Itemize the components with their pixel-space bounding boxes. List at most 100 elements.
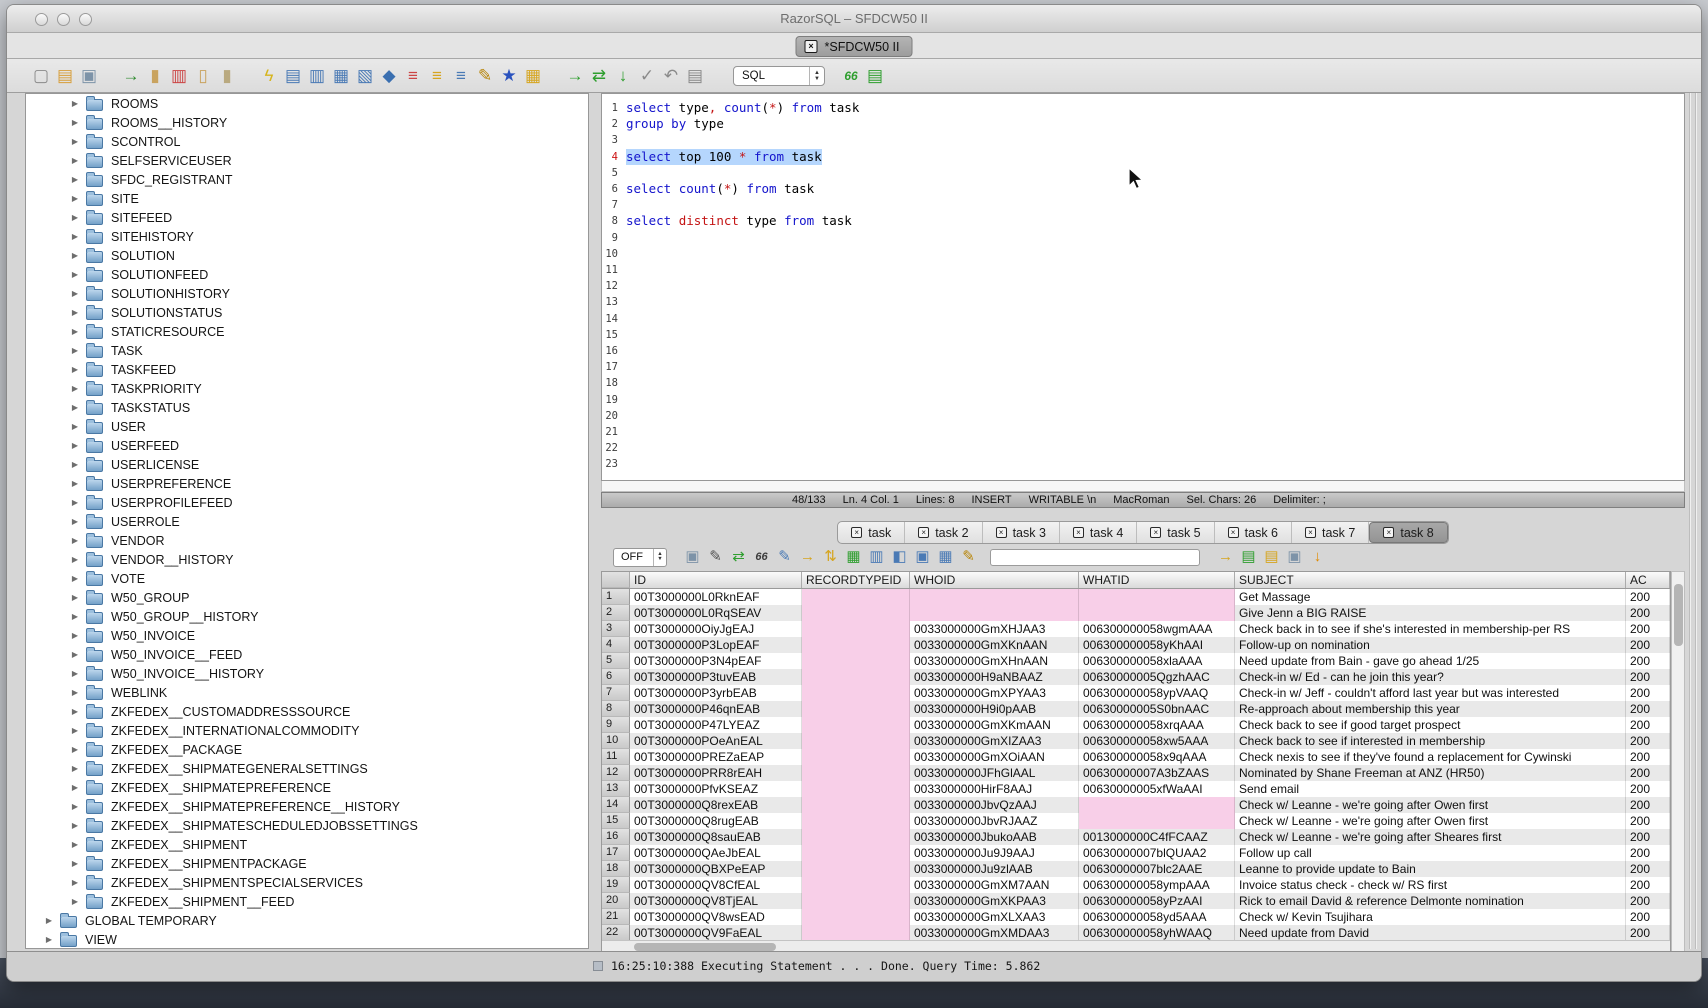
table-row[interactable]: 1900T3000000QV8CfEAL0033000000GmXM7AAN00… [602, 877, 1670, 893]
check-syntax-icon[interactable]: ✓ [635, 65, 659, 87]
cell-whoid[interactable]: 0033000000GmXHJAA3 [910, 621, 1079, 637]
cell-id[interactable]: 00T3000000Q8rexEAB [630, 797, 802, 813]
cell-id[interactable]: 00T3000000QBXPeEAP [630, 861, 802, 877]
table-row[interactable]: 1300T3000000PfvKSEAZ0033000000HirF8AAJ00… [602, 781, 1670, 797]
tree-item-userfeed[interactable]: ▶USERFEED [26, 436, 588, 455]
cell-id[interactable]: 00T3000000P3tuvEAB [630, 669, 802, 685]
cell-ac[interactable]: 200 [1626, 621, 1670, 637]
expand-arrow-icon[interactable]: ▶ [70, 346, 80, 355]
cell-whatid[interactable]: 006300000058yhWAAQ [1079, 925, 1235, 941]
cell-id[interactable]: 00T3000000Q8rugEAB [630, 813, 802, 829]
tree-item-solutionfeed[interactable]: ▶SOLUTIONFEED [26, 265, 588, 284]
expand-arrow-icon[interactable]: ▶ [70, 156, 80, 165]
cell-subject[interactable]: Check w/ Leanne - we're going after Shea… [1235, 829, 1626, 845]
grid-hscroll-thumb[interactable] [634, 943, 776, 951]
cell-recordtypeid[interactable] [802, 829, 910, 845]
table-row[interactable]: 1100T3000000PREZaEAP0033000000GmXOiAAN00… [602, 749, 1670, 765]
table-row[interactable]: 2000T3000000QV8TjEAL0033000000GmXKPAA300… [602, 893, 1670, 909]
results-panel-icon[interactable]: ▤ [281, 65, 305, 87]
editor-line-18[interactable]: 18 [602, 375, 1684, 391]
expand-arrow-icon[interactable]: ▶ [70, 669, 80, 678]
cell-subject[interactable]: Get Massage [1235, 589, 1626, 605]
cell-recordtypeid[interactable] [802, 669, 910, 685]
cell-ac[interactable]: 200 [1626, 765, 1670, 781]
grid-vscroll-thumb[interactable] [1674, 584, 1683, 646]
tab-close-icon[interactable]: × [1073, 527, 1084, 538]
save-results-icon[interactable]: ▣ [681, 547, 704, 567]
cell-recordtypeid[interactable] [802, 637, 910, 653]
form-view-icon[interactable]: ◧ [888, 547, 911, 567]
tree-item-zkfedex__internationalcommodity[interactable]: ▶ZKFEDEX__INTERNATIONALCOMMODITY [26, 721, 588, 740]
create-table-icon[interactable]: ▯ [191, 65, 215, 87]
expand-arrow-icon[interactable]: ▶ [44, 935, 54, 944]
results-tab-task-7[interactable]: ×task 7 [1292, 522, 1369, 543]
editor-line-1[interactable]: 1select type, count(*) from task [602, 100, 1684, 116]
cell-recordtypeid[interactable] [802, 701, 910, 717]
cell-whoid[interactable]: 0033000000GmXLXAA3 [910, 909, 1079, 925]
cell-id[interactable]: 00T3000000QV9FaEAL [630, 925, 802, 941]
expand-arrow-icon[interactable]: ▶ [70, 631, 80, 640]
cell-id[interactable]: 00T3000000L0RqSEAV [630, 605, 802, 621]
cell-id[interactable]: 00T3000000QV8wsEAD [630, 909, 802, 925]
cell-whatid[interactable]: 00630000005QgzhAAC [1079, 669, 1235, 685]
cell-whatid[interactable]: 0013000000C4fFCAAZ [1079, 829, 1235, 845]
sql-editor[interactable]: 1select type, count(*) from task2group b… [601, 93, 1685, 481]
tree-item-w50_invoice__history[interactable]: ▶W50_INVOICE__HISTORY [26, 664, 588, 683]
tree-item-zkfedex__customaddresssource[interactable]: ▶ZKFEDEX__CUSTOMADDRESSSOURCE [26, 702, 588, 721]
cell-recordtypeid[interactable] [802, 861, 910, 877]
editor-line-7[interactable]: 7 [602, 197, 1684, 213]
cell-ac[interactable]: 200 [1626, 829, 1670, 845]
bookmark-icon[interactable]: ◆ [377, 65, 401, 87]
cell-id[interactable]: 00T3000000P3yrbEAB [630, 685, 802, 701]
tree-item-zkfedex__shipmatepreference__history[interactable]: ▶ZKFEDEX__SHIPMATEPREFERENCE__HISTORY [26, 797, 588, 816]
cell-ac[interactable]: 200 [1626, 925, 1670, 941]
cell-whoid[interactable] [910, 589, 1079, 605]
expand-arrow-icon[interactable]: ▶ [70, 707, 80, 716]
table-row[interactable]: 1600T3000000Q8sauEAB0033000000JbukoAAB00… [602, 829, 1670, 845]
insert-row-icon[interactable]: → [796, 547, 819, 567]
cell-ac[interactable]: 200 [1626, 685, 1670, 701]
cell-whoid[interactable]: 0033000000GmXKPAA3 [910, 893, 1079, 909]
cell-subject[interactable]: Check w/ Kevin Tsujihara [1235, 909, 1626, 925]
cell-recordtypeid[interactable] [802, 589, 910, 605]
cell-recordtypeid[interactable] [802, 717, 910, 733]
cell-subject[interactable]: Check back to see if interested in membe… [1235, 733, 1626, 749]
cell-subject[interactable]: Check w/ Leanne - we're going after Owen… [1235, 797, 1626, 813]
expand-arrow-icon[interactable]: ▶ [70, 99, 80, 108]
expand-arrow-icon[interactable]: ▶ [70, 270, 80, 279]
expand-arrow-icon[interactable]: ▶ [70, 308, 80, 317]
cell-whatid[interactable] [1079, 605, 1235, 621]
cell-recordtypeid[interactable] [802, 749, 910, 765]
expand-arrow-icon[interactable]: ▶ [70, 859, 80, 868]
results-tab-task-5[interactable]: ×task 5 [1137, 522, 1214, 543]
cell-subject[interactable]: Send email [1235, 781, 1626, 797]
editor-line-8[interactable]: 8select distinct type from task [602, 213, 1684, 229]
refresh-results-icon[interactable]: ⇄ [727, 547, 750, 567]
open-file-icon[interactable]: ▤ [53, 65, 77, 87]
cell-recordtypeid[interactable] [802, 893, 910, 909]
quotes-icon[interactable]: 66 [839, 65, 863, 87]
cell-recordtypeid[interactable] [802, 909, 910, 925]
tree-item-zkfedex__package[interactable]: ▶ZKFEDEX__PACKAGE [26, 740, 588, 759]
table-row[interactable]: 200T3000000L0RqSEAVGive Jenn a BIG RAISE… [602, 605, 1670, 621]
cell-ac[interactable]: 200 [1626, 781, 1670, 797]
cell-ac[interactable]: 200 [1626, 669, 1670, 685]
cell-whoid[interactable]: 0033000000JFhGlAAL [910, 765, 1079, 781]
tree-item-global-temporary[interactable]: ▶GLOBAL TEMPORARY [26, 911, 588, 930]
cell-subject[interactable]: Check nexis to see if they've found a re… [1235, 749, 1626, 765]
tree-item-solutionhistory[interactable]: ▶SOLUTIONHISTORY [26, 284, 588, 303]
tree-item-userrole[interactable]: ▶USERROLE [26, 512, 588, 531]
tree-item-rooms__history[interactable]: ▶ROOMS__HISTORY [26, 113, 588, 132]
cell-id[interactable]: 00T3000000PRR8rEAH [630, 765, 802, 781]
expand-arrow-icon[interactable]: ▶ [70, 118, 80, 127]
cell-subject[interactable]: Follow-up on nomination [1235, 637, 1626, 653]
tree-item-scontrol[interactable]: ▶SCONTROL [26, 132, 588, 151]
tree-item-sitehistory[interactable]: ▶SITEHISTORY [26, 227, 588, 246]
table-row[interactable]: 800T3000000P46qnEAB0033000000H9i0pAAB006… [602, 701, 1670, 717]
save-icon[interactable]: ▣ [77, 65, 101, 87]
import-icon[interactable]: ▦ [329, 65, 353, 87]
editor-line-17[interactable]: 17 [602, 359, 1684, 375]
cell-ac[interactable]: 200 [1626, 845, 1670, 861]
cell-whoid[interactable]: 0033000000JbukoAAB [910, 829, 1079, 845]
document-tab-sfdcw50[interactable]: × *SFDCW50 II [795, 36, 912, 57]
